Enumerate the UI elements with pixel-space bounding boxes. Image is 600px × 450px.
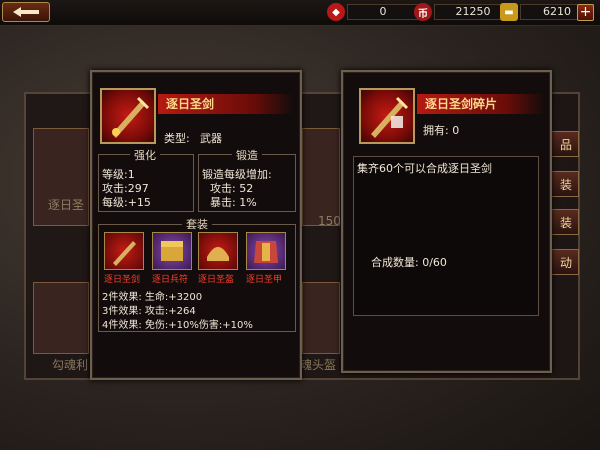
fragment-name: 逐日圣剑碎片 bbox=[417, 94, 545, 114]
gold-ingot-icon: ▬ bbox=[500, 3, 518, 21]
coin-stack-icon: 币 bbox=[414, 3, 432, 21]
set-item-label: 逐日圣盔 bbox=[198, 275, 235, 285]
item-detail-panel: 逐日圣剑 类型: 武器 强化 等级:1 攻击:297 每级:+15 锻造 锻造每… bbox=[90, 70, 302, 380]
set-item-helmet[interactable] bbox=[198, 232, 238, 270]
set-item-label: 逐日圣剑 bbox=[104, 275, 141, 285]
add-currency-button[interactable]: + bbox=[577, 4, 594, 21]
fragment-info-box bbox=[353, 156, 539, 316]
forge-crit: 暴击: 1% bbox=[210, 196, 257, 209]
coin-resource: 币 21250 bbox=[414, 3, 512, 21]
strengthen-title: 强化 bbox=[130, 147, 160, 163]
helmet-icon bbox=[207, 247, 229, 261]
sword-fragment-icon bbox=[371, 96, 409, 138]
sword-icon bbox=[113, 241, 136, 266]
gem-resource: ◆ 0 bbox=[327, 3, 419, 21]
set-effect-4: 4件效果: 免伤:+10%伤害:+10% bbox=[102, 320, 253, 331]
fragment-detail-panel: 逐日圣剑碎片 拥有: 0 集齐60个可以合成逐日圣剑 合成数量: 0/60 bbox=[341, 70, 552, 373]
gem-count: 0 bbox=[347, 4, 419, 20]
fragment-item-icon bbox=[359, 88, 415, 144]
background-item-tile bbox=[33, 282, 89, 354]
sword-item-icon bbox=[100, 88, 156, 144]
top-bar: ◆ 0 币 21250 ▬ 6210 + bbox=[0, 0, 600, 26]
set-item-label: 逐日圣甲 bbox=[246, 275, 283, 285]
background-tile-caption: 逐日圣 bbox=[48, 198, 85, 212]
forge-title: 锻造 bbox=[232, 147, 262, 163]
background-item-tile bbox=[302, 128, 340, 226]
fragment-owned: 拥有: 0 bbox=[423, 124, 460, 137]
set-item-label: 逐日兵符 bbox=[152, 275, 189, 285]
background-count: 150 bbox=[318, 214, 341, 228]
set-title: 套装 bbox=[182, 216, 212, 232]
back-arrow-icon bbox=[13, 7, 39, 17]
back-button[interactable] bbox=[2, 2, 50, 22]
sword-icon bbox=[112, 96, 150, 138]
set-item-sword[interactable] bbox=[104, 232, 144, 270]
set-item-armor[interactable] bbox=[246, 232, 286, 270]
set-effect-2: 2件效果: 生命:+3200 bbox=[102, 292, 203, 303]
armor-icon bbox=[254, 241, 278, 263]
fragment-description: 集齐60个可以合成逐日圣剑 bbox=[357, 162, 492, 175]
set-item-token[interactable] bbox=[152, 232, 192, 270]
token-chest-icon bbox=[161, 241, 183, 261]
compose-count: 合成数量: 0/60 bbox=[371, 256, 447, 269]
background-left-caption: 勾魂利 bbox=[52, 358, 89, 372]
background-right-caption: 魂头盔 bbox=[300, 358, 337, 372]
strengthen-per-level: 每级:+15 bbox=[102, 196, 151, 209]
item-name: 逐日圣剑 bbox=[158, 94, 294, 114]
set-effect-3: 3件效果: 攻击:+264 bbox=[102, 306, 196, 317]
gem-icon: ◆ bbox=[327, 3, 345, 21]
background-item-tile bbox=[302, 282, 340, 354]
item-type-value: 武器 bbox=[200, 132, 222, 145]
item-type-label: 类型: bbox=[164, 132, 190, 145]
